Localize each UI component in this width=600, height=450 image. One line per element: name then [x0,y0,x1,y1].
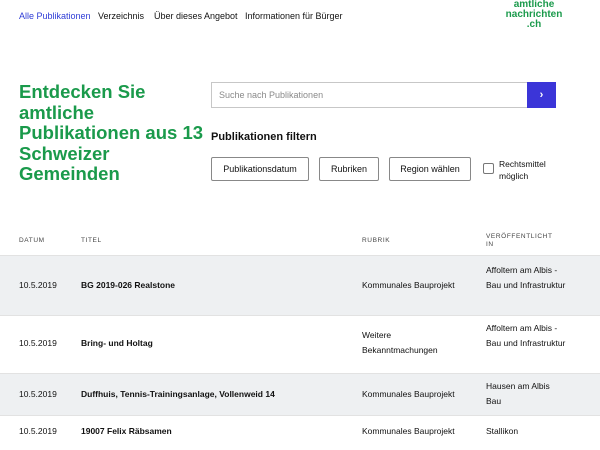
search-input[interactable] [212,83,528,107]
search-bar: › [211,82,556,108]
publications-table: DATUM TITEL RUBRIK VERÖFFENTLICHT IN 10.… [0,229,600,450]
row-rubrik: Kommunales Bauprojekt [362,280,455,290]
row-rubrik: Kommunales Bauprojekt [362,426,455,436]
hero-title: Entdecken Sie amtliche Publikationen aus… [19,81,204,184]
column-header-rubrik: RUBRIK [362,237,391,244]
filter-publikationsdatum-button[interactable]: Publikationsdatum [211,157,309,181]
filter-region-button[interactable]: Region wählen [389,157,471,181]
nav-link-alle-publikationen[interactable]: Alle Publikationen [19,11,91,21]
table-header: DATUM TITEL RUBRIK VERÖFFENTLICHT IN [0,229,600,255]
row-published-in: Affoltern am Albis - Bau und Infrastrukt… [486,265,566,290]
site-logo[interactable]: amtliche nachrichten .ch [504,0,564,30]
column-header-veroeffentlicht-in: VERÖFFENTLICHT IN [486,233,553,248]
row-title[interactable]: Bring- und Holtag [81,336,153,351]
chevron-right-icon: › [539,89,544,101]
search-button[interactable]: › [527,82,556,108]
rechtsmittel-checkbox[interactable] [483,163,494,174]
top-navigation: Alle Publikationen Verzeichnis Über dies… [0,0,600,40]
nav-link-verzeichnis[interactable]: Verzeichnis [98,11,144,21]
row-date: 10.5.2019 [19,426,57,436]
row-published-in: Hausen am Albis Bau [486,381,550,406]
row-title[interactable]: BG 2019-026 Realstone [81,278,175,293]
table-row[interactable]: 10.5.2019 Bring- und Holtag Weitere Beka… [0,315,600,373]
row-published-in: Stallikon [486,426,519,436]
row-date: 10.5.2019 [19,389,57,399]
row-rubrik: Kommunales Bauprojekt [362,389,455,399]
column-header-titel: TITEL [81,237,102,244]
row-published-in: Affoltern am Albis - Bau und Infrastrukt… [486,323,566,348]
table-row[interactable]: 10.5.2019 Duffhuis, Tennis-Trainingsanla… [0,373,600,415]
row-title[interactable]: 19007 Felix Räbsamen [81,424,172,439]
row-date: 10.5.2019 [19,338,57,348]
nav-link-ueber-dieses-angebot[interactable]: Über dieses Angebot [154,11,238,21]
table-row[interactable]: 10.5.2019 19007 Felix Räbsamen Kommunale… [0,415,600,450]
filter-rubriken-button[interactable]: Rubriken [319,157,379,181]
row-rubrik: Weitere Bekanntmachungen [362,330,438,355]
nav-link-informationen-fuer-buerger[interactable]: Informationen für Bürger [245,11,343,21]
logo-line-3: .ch [526,19,542,30]
row-title[interactable]: Duffhuis, Tennis-Trainingsanlage, Vollen… [81,387,275,402]
filter-heading: Publikationen filtern [211,131,317,143]
rechtsmittel-checkbox-label: Rechtsmittel möglich [499,159,546,181]
row-date: 10.5.2019 [19,280,57,290]
table-row[interactable]: 10.5.2019 BG 2019-026 Realstone Kommunal… [0,255,600,315]
column-header-datum: DATUM [19,237,45,244]
